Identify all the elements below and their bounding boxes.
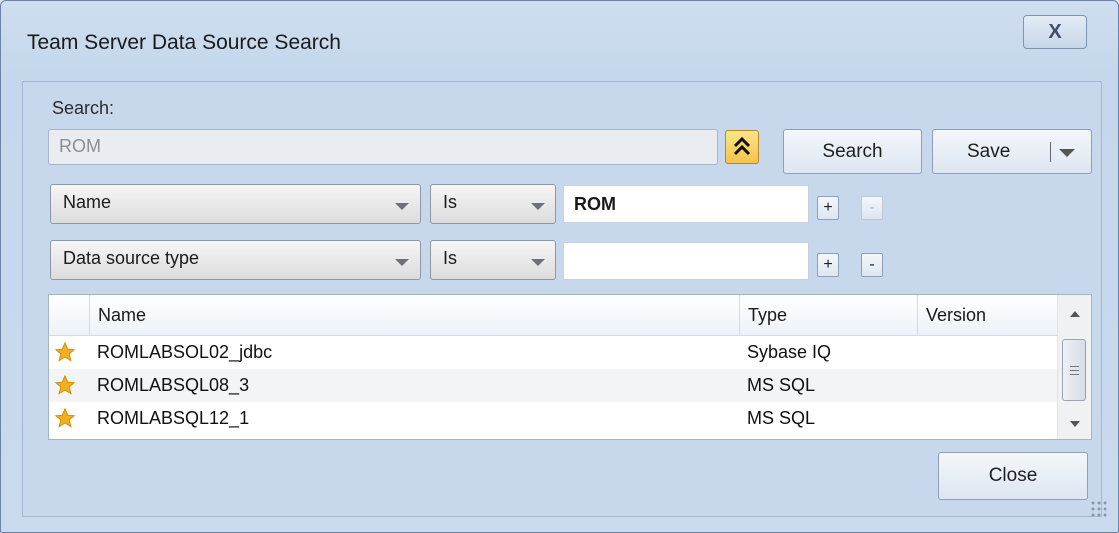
star-icon — [54, 407, 76, 428]
results-grid: Name Type Version ROMLABSOL02_jdbc Sybas… — [48, 294, 1092, 440]
split-separator — [1050, 142, 1051, 162]
search-label: Search: — [52, 98, 115, 118]
table-row[interactable]: ROMLABSQL08_3 MS SQL — [49, 369, 1057, 402]
title-bar[interactable]: Team Server Data Source Search X — [1, 1, 1118, 81]
column-header-type[interactable]: Type — [739, 295, 917, 335]
filter-field-select[interactable]: Data source type — [50, 240, 421, 280]
collapse-filters-button[interactable] — [725, 130, 759, 164]
row-name: ROMLABSQL12_1 — [97, 408, 250, 428]
save-button-label: Save — [967, 141, 1011, 162]
table-row[interactable]: ROMLABSQL12_1 MS SQL — [49, 402, 1057, 435]
chevron-down-icon — [395, 203, 409, 210]
grid-header: Name Type Version — [49, 295, 1057, 336]
star-icon — [54, 374, 76, 395]
resize-grip-icon[interactable] — [1090, 500, 1108, 518]
chevron-down-icon[interactable] — [1059, 149, 1075, 157]
star-icon — [54, 341, 76, 362]
row-type: MS SQL — [747, 408, 816, 428]
search-input[interactable]: ROM — [48, 129, 718, 165]
filter-operator-value: Is — [443, 248, 458, 268]
remove-filter-button: - — [861, 196, 883, 220]
chevron-down-icon — [531, 203, 545, 210]
close-button[interactable]: Close — [938, 452, 1088, 500]
column-header-name[interactable]: Name — [89, 295, 739, 335]
add-filter-button[interactable]: + — [817, 253, 839, 277]
filter-operator-value: Is — [443, 192, 458, 212]
row-name: ROMLABSOL02_jdbc — [97, 342, 273, 362]
window-close-button[interactable]: X — [1023, 15, 1087, 49]
close-icon: X — [1048, 21, 1062, 43]
filter-operator-select[interactable]: Is — [430, 184, 556, 224]
filter-value-input[interactable] — [563, 242, 809, 280]
filter-value-input[interactable]: ROM — [563, 185, 809, 223]
row-name: ROMLABSQL08_3 — [97, 375, 250, 395]
remove-filter-button[interactable]: - — [861, 253, 883, 277]
column-header-version[interactable]: Version — [917, 295, 1057, 335]
row-type: MS SQL — [747, 375, 816, 395]
filter-operator-select[interactable]: Is — [430, 240, 556, 280]
table-row[interactable]: ROMLABSOL02_jdbc Sybase IQ — [49, 336, 1057, 369]
favorite-column-header[interactable] — [49, 295, 89, 335]
vertical-scrollbar[interactable] — [1057, 295, 1091, 439]
filter-field-value: Data source type — [63, 248, 200, 268]
search-button[interactable]: Search — [783, 129, 922, 174]
scroll-up-icon[interactable] — [1070, 311, 1080, 317]
chevron-down-icon — [395, 259, 409, 266]
add-filter-button[interactable]: + — [817, 196, 839, 220]
scroll-down-icon[interactable] — [1070, 421, 1080, 427]
window-title: Team Server Data Source Search — [27, 31, 341, 54]
scrollbar-thumb[interactable] — [1062, 339, 1086, 401]
save-button[interactable]: Save — [932, 129, 1092, 174]
filter-field-value: Name — [63, 192, 112, 212]
chevron-down-icon — [531, 259, 545, 266]
double-chevron-up-icon — [733, 136, 751, 156]
row-type: Sybase IQ — [747, 342, 832, 362]
filter-field-select[interactable]: Name — [50, 184, 421, 224]
